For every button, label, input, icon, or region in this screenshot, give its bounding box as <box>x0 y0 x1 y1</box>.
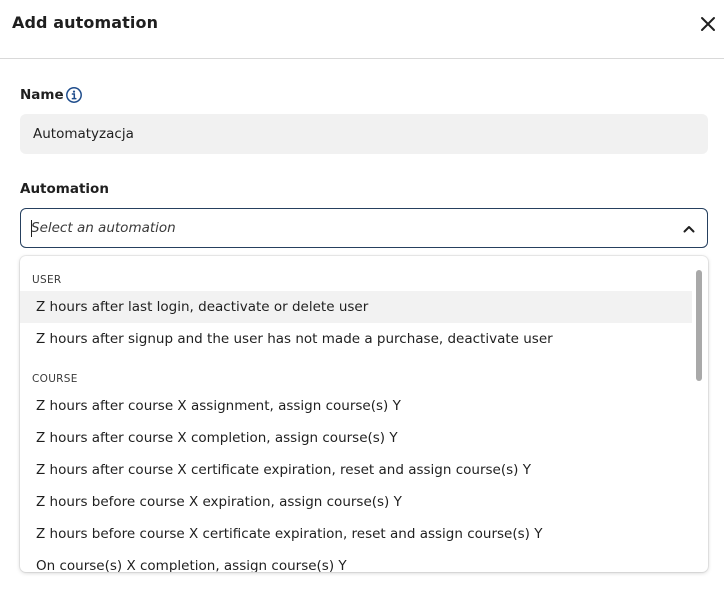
option-last-login-deactivate[interactable]: Z hours after last login, deactivate or … <box>20 291 692 323</box>
dialog-title: Add automation <box>12 13 159 32</box>
name-input[interactable] <box>20 114 708 154</box>
automation-select[interactable] <box>20 208 708 248</box>
group-label-course: COURSE <box>32 373 78 385</box>
name-label: Name <box>20 87 64 103</box>
dropdown-scrollbar-thumb[interactable] <box>696 270 702 381</box>
option-after-certificate-expiration[interactable]: Z hours after course X certificate expir… <box>20 454 692 486</box>
close-icon <box>701 17 715 31</box>
option-before-certificate-expiration[interactable]: Z hours before course X certificate expi… <box>20 518 692 550</box>
option-after-course-assignment[interactable]: Z hours after course X assignment, assig… <box>20 390 692 422</box>
option-signup-no-purchase[interactable]: Z hours after signup and the user has no… <box>20 323 692 355</box>
dialog-header: Add automation <box>0 0 724 59</box>
info-icon[interactable] <box>65 86 83 104</box>
text-cursor <box>31 220 32 237</box>
close-button[interactable] <box>698 14 718 34</box>
automation-search-input[interactable] <box>31 209 651 247</box>
group-label-user: USER <box>32 274 62 286</box>
automation-dropdown-menu: USER Z hours after last login, deactivat… <box>20 256 708 572</box>
option-before-course-expiration[interactable]: Z hours before course X expiration, assi… <box>20 486 692 518</box>
option-after-course-completion[interactable]: Z hours after course X completion, assig… <box>20 422 692 454</box>
option-on-course-completion[interactable]: On course(s) X completion, assign course… <box>20 550 692 572</box>
automation-label: Automation <box>20 181 109 197</box>
chevron-up-icon[interactable] <box>682 221 696 235</box>
